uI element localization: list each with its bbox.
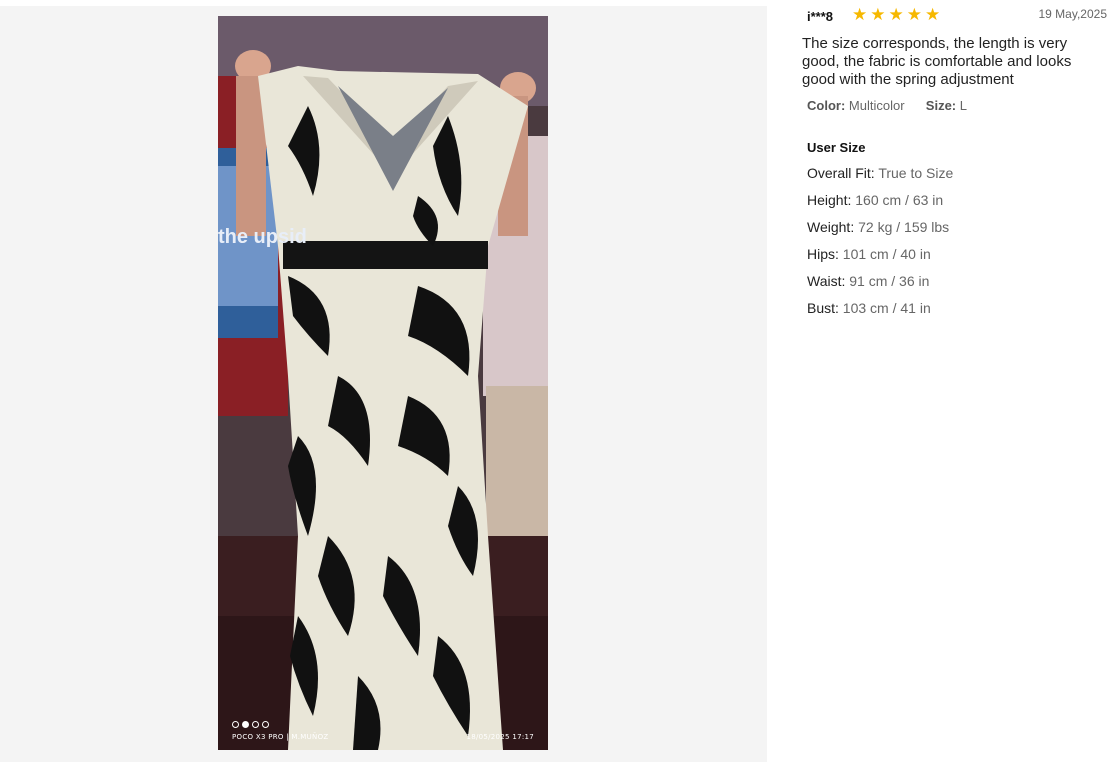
purchase-attributes: Color: Multicolor Size: L bbox=[807, 98, 967, 113]
user-size-title: User Size bbox=[807, 140, 866, 155]
measurement-row: Bust: 103 cm / 41 in bbox=[807, 300, 953, 327]
measurement-value: 103 cm / 41 in bbox=[842, 300, 931, 316]
review-comment: The size corresponds, the length is very… bbox=[802, 35, 1072, 88]
carousel-dots[interactable] bbox=[232, 721, 269, 728]
color-label: Color: bbox=[807, 98, 846, 113]
measurement-row: Hips: 101 cm / 40 in bbox=[807, 246, 953, 273]
measurement-label: Waist: bbox=[807, 273, 846, 289]
size-value: L bbox=[959, 98, 967, 113]
tv-screen-text: the upsid bbox=[218, 226, 307, 248]
review-photo[interactable]: the upsid POCO X3 PRO | M.MUÑOZ 18/05/20… bbox=[218, 16, 548, 750]
star-icon: ★ bbox=[906, 5, 922, 24]
measurement-row: Weight: 72 kg / 159 lbs bbox=[807, 219, 953, 246]
star-icon: ★ bbox=[870, 5, 886, 24]
carousel-dot[interactable] bbox=[252, 721, 259, 728]
measurement-value: True to Size bbox=[878, 165, 954, 181]
measurement-row: Waist: 91 cm / 36 in bbox=[807, 273, 953, 300]
carousel-dot[interactable] bbox=[262, 721, 269, 728]
measurement-value: 101 cm / 40 in bbox=[842, 246, 931, 262]
measurement-value: 72 kg / 159 lbs bbox=[858, 219, 950, 235]
size-label: Size: bbox=[925, 98, 957, 113]
star-icon: ★ bbox=[925, 5, 941, 24]
measurement-value: 91 cm / 36 in bbox=[849, 273, 930, 289]
measurement-row: Height: 160 cm / 63 in bbox=[807, 192, 953, 219]
measurement-label: Overall Fit: bbox=[807, 165, 875, 181]
color-value: Multicolor bbox=[848, 98, 905, 113]
dress-photo-illustration bbox=[218, 16, 548, 750]
star-icon: ★ bbox=[852, 5, 868, 24]
photo-watermark-timestamp: 18/05/2025 17:17 bbox=[466, 733, 534, 741]
measurement-label: Height: bbox=[807, 192, 852, 208]
user-size-list: Overall Fit: True to Size Height: 160 cm… bbox=[807, 165, 953, 327]
carousel-dot[interactable] bbox=[232, 721, 239, 728]
measurement-label: Hips: bbox=[807, 246, 839, 262]
measurement-row: Overall Fit: True to Size bbox=[807, 165, 953, 192]
reviewer-name: i***8 bbox=[807, 9, 834, 24]
review-details: i***8 ★ ★ ★ ★ ★ 19 May,2025 The size cor… bbox=[767, 0, 1118, 762]
measurement-label: Weight: bbox=[807, 219, 855, 235]
review-date: 19 May,2025 bbox=[1038, 7, 1108, 21]
star-rating: ★ ★ ★ ★ ★ bbox=[852, 6, 940, 23]
carousel-dot-active[interactable] bbox=[242, 721, 249, 728]
measurement-value: 160 cm / 63 in bbox=[855, 192, 944, 208]
measurement-label: Bust: bbox=[807, 300, 839, 316]
photo-watermark-device: POCO X3 PRO | M.MUÑOZ bbox=[232, 733, 329, 741]
media-panel: the upsid POCO X3 PRO | M.MUÑOZ 18/05/20… bbox=[0, 6, 767, 762]
star-icon: ★ bbox=[888, 5, 904, 24]
